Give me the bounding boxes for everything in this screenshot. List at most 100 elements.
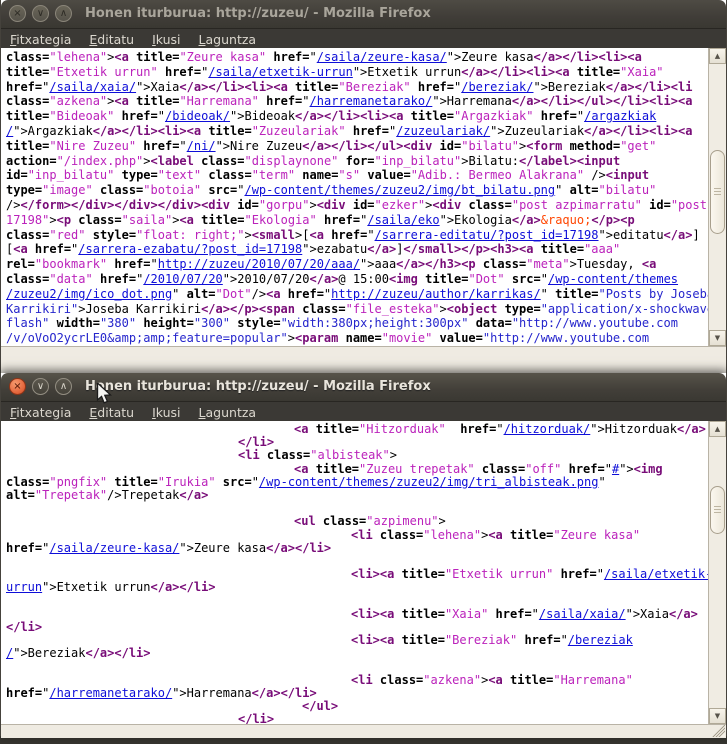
source-token: "lehena" bbox=[423, 528, 481, 542]
source-token: ">Xaia bbox=[626, 607, 669, 621]
close-button-icon[interactable]: × bbox=[9, 5, 26, 22]
source-link[interactable]: http://zuzeu/2010/07/20/aaa/ bbox=[158, 257, 360, 271]
source-token bbox=[562, 139, 569, 153]
source-token: "off" bbox=[525, 462, 561, 476]
menu-fitxategia[interactable]: Fitxategia bbox=[1, 403, 80, 422]
source-link[interactable]: /saila/eko bbox=[367, 213, 439, 227]
source-token: >Joseba Karrikiri bbox=[78, 302, 201, 316]
menu-ikusi[interactable]: Ikusi bbox=[143, 30, 189, 49]
source-code-line: [<a href="/sarrera-ezabatu/?post_id=1719… bbox=[6, 242, 708, 257]
source-token: type= bbox=[6, 183, 42, 197]
source-token: " bbox=[302, 94, 309, 108]
vertical-scrollbar[interactable]: ▲ ▼ bbox=[708, 48, 726, 346]
source-token: rel= bbox=[6, 257, 35, 271]
source-token: </a></li><li><a bbox=[461, 65, 569, 79]
source-token bbox=[553, 567, 560, 581]
menu-fitxategia[interactable]: Fitxategia bbox=[1, 30, 80, 49]
source-token bbox=[260, 448, 267, 462]
source-token: ">Nire Zuzeu bbox=[216, 139, 303, 153]
source-token: method= bbox=[570, 139, 621, 153]
source-token: "meta" bbox=[526, 257, 569, 271]
source-link[interactable]: /sarrera-ezabatu/?post_id=17198 bbox=[78, 242, 302, 256]
source-token: title= bbox=[411, 109, 454, 123]
thumb-grip bbox=[714, 188, 721, 197]
source-link[interactable]: /harremanetarako/ bbox=[49, 686, 172, 700]
source-link[interactable]: /saila/zeure-kasa/ bbox=[49, 541, 179, 555]
scroll-down-icon[interactable]: ▼ bbox=[709, 708, 726, 724]
source-token: "Hitzorduak" bbox=[359, 422, 446, 436]
source-link[interactable]: /harremanetarako/ bbox=[310, 94, 433, 108]
source-link[interactable]: /saila/xaia/ bbox=[539, 607, 626, 621]
source-token: "Posts by Joseba bbox=[598, 287, 708, 301]
source-token: " bbox=[172, 287, 186, 301]
maximize-button-icon[interactable]: ∧ bbox=[55, 5, 72, 22]
source-link[interactable]: /bereziak bbox=[568, 633, 633, 647]
scroll-up-icon[interactable]: ▲ bbox=[709, 421, 726, 437]
source-token: flash" bbox=[6, 316, 49, 330]
close-button-icon[interactable]: × bbox=[9, 378, 26, 395]
source-link[interactable]: /zuzeu2/img/ico_dot.png bbox=[6, 287, 172, 301]
source-token: height= bbox=[143, 316, 194, 330]
source-link[interactable]: /wp-content/themes/zuzeu2/img/tri_albist… bbox=[259, 475, 599, 489]
source-code-line: <li><a title="Xaia" href="/saila/xaia/">… bbox=[6, 608, 708, 621]
source-token bbox=[316, 514, 323, 528]
source-token: > bbox=[288, 331, 295, 345]
scroll-down-icon[interactable]: ▼ bbox=[709, 330, 726, 346]
menu-editatu[interactable]: Editatu bbox=[80, 30, 143, 49]
source-link[interactable]: /saila/zeure-kasa/ bbox=[317, 50, 447, 64]
source-token bbox=[129, 50, 136, 64]
source-token: width= bbox=[57, 316, 100, 330]
menu-ikusi[interactable]: Ikusi bbox=[143, 403, 189, 422]
source-link[interactable]: urrun bbox=[6, 580, 42, 594]
source-link[interactable]: /2010/07/20 bbox=[143, 272, 222, 286]
source-code-line: /zuzeu2/img/ico_dot.png" alt="Dot"/><a h… bbox=[6, 287, 708, 302]
source-link[interactable]: /bereziak/ bbox=[461, 80, 533, 94]
source-link[interactable]: /saila/etxetik-urrun bbox=[208, 65, 353, 79]
menu-laguntza[interactable]: Laguntza bbox=[190, 403, 266, 422]
source-link[interactable]: /saila/xaia/ bbox=[49, 80, 136, 94]
source-link[interactable]: http://zuzeu/author/karrikas/ bbox=[331, 287, 541, 301]
source-link[interactable]: /sarrera-editatu/?post_id=17198 bbox=[375, 228, 599, 242]
source-token bbox=[503, 528, 510, 542]
source-link[interactable]: /argazkiak bbox=[584, 109, 656, 123]
source-token: ">2010/07/20 bbox=[223, 272, 310, 286]
scrollbar-thumb[interactable] bbox=[710, 150, 725, 234]
source-token: title= bbox=[425, 272, 468, 286]
source-token: ">Etxetik urrun bbox=[42, 580, 150, 594]
source-token: <li><a bbox=[351, 633, 394, 647]
maximize-button-icon[interactable]: ∧ bbox=[55, 378, 72, 395]
menu-laguntza[interactable]: Laguntza bbox=[190, 30, 266, 49]
source-link[interactable]: /ni/ bbox=[187, 139, 216, 153]
source-token: alt= bbox=[187, 287, 216, 301]
source-token: </p><p bbox=[591, 213, 634, 227]
source-token: "width:380px;height:300px" bbox=[281, 316, 469, 330]
source-link[interactable]: /wp-content/themes bbox=[548, 272, 678, 286]
source-token: </a></li></ul></li><li><a bbox=[512, 94, 693, 108]
source-token: <img bbox=[634, 462, 663, 476]
vertical-scrollbar[interactable]: ▲ ▼ bbox=[708, 421, 726, 724]
titlebar[interactable]: × ∨ ∧ Honen iturburua: http://zuzeu/ - M… bbox=[1, 0, 726, 29]
source-link[interactable]: /hitzorduak/ bbox=[504, 422, 591, 436]
source-code-line: flash" width="380" height="300" style="w… bbox=[6, 316, 708, 331]
source-link[interactable]: /bideoak/ bbox=[165, 109, 230, 123]
source-link[interactable]: /wp-content/themes/zuzeu2/img/bt_bilatu.… bbox=[244, 183, 555, 197]
scrollbar-thumb[interactable] bbox=[710, 486, 725, 534]
source-token: href= bbox=[561, 567, 597, 581]
source-link[interactable]: /saila/etxetik- bbox=[604, 567, 708, 581]
scroll-up-icon[interactable]: ▲ bbox=[709, 48, 726, 64]
source-token: <a bbox=[488, 673, 502, 687]
source-link[interactable]: /zuzeulariak/ bbox=[396, 124, 490, 138]
source-token: > bbox=[143, 154, 150, 168]
menu-editatu[interactable]: Editatu bbox=[80, 403, 143, 422]
source-token: alt= bbox=[6, 488, 35, 502]
source-token: " bbox=[598, 475, 605, 489]
source-code-line: title="Etxetik urrun" href="/saila/etxet… bbox=[6, 65, 708, 80]
source-token: " bbox=[605, 462, 612, 476]
source-token: "Zuzeu trepetak" bbox=[359, 462, 475, 476]
minimize-button-icon[interactable]: ∨ bbox=[32, 378, 49, 395]
minimize-button-icon[interactable]: ∨ bbox=[32, 5, 49, 22]
status-bar bbox=[1, 724, 726, 738]
resize-grip[interactable] bbox=[711, 725, 725, 737]
source-token: "azpimenu" bbox=[366, 514, 438, 528]
source-token bbox=[446, 422, 460, 436]
